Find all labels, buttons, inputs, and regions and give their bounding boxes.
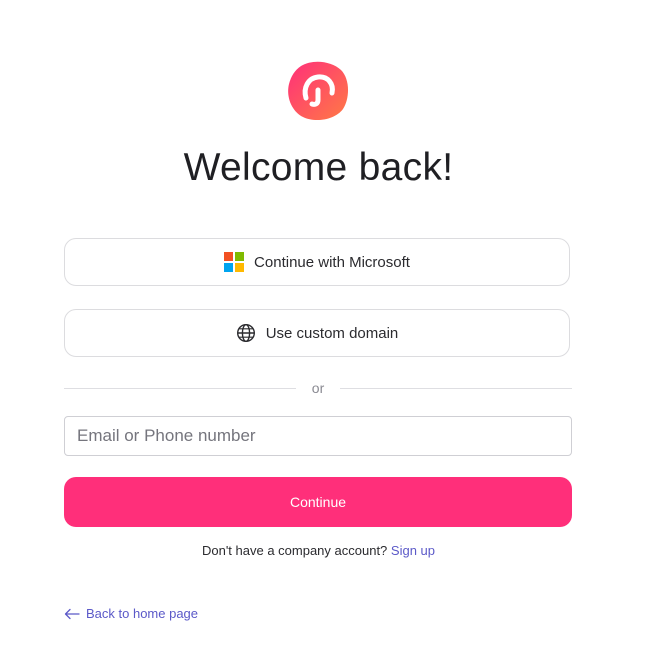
divider-line-left	[64, 387, 296, 389]
continue-button[interactable]: Continue	[64, 477, 572, 527]
divider-text: or	[311, 380, 325, 396]
arrow-left-icon	[64, 608, 80, 619]
email-or-phone-input[interactable]	[64, 416, 572, 456]
login-page: Welcome back! Continue with Microsoft Us…	[0, 0, 655, 667]
page-title: Welcome back!	[183, 146, 454, 189]
use-custom-domain-label: Use custom domain	[265, 324, 399, 342]
brand-logo-icon	[288, 61, 349, 121]
back-to-home-link[interactable]: Back to home page	[64, 606, 198, 621]
signup-row: Don't have a company account? Sign up	[0, 543, 637, 558]
continue-with-microsoft-button[interactable]: Continue with Microsoft	[64, 238, 570, 286]
continue-with-microsoft-label: Continue with Microsoft	[254, 253, 410, 271]
divider-line-right	[340, 387, 573, 389]
or-divider: or	[64, 378, 573, 398]
use-custom-domain-button[interactable]: Use custom domain	[64, 309, 570, 357]
globe-icon	[236, 323, 255, 343]
signup-prompt: Don't have a company account?	[201, 543, 388, 558]
back-to-home-label: Back to home page	[86, 606, 199, 621]
sign-up-link[interactable]: Sign up	[391, 543, 435, 558]
microsoft-logo-icon	[224, 252, 245, 272]
